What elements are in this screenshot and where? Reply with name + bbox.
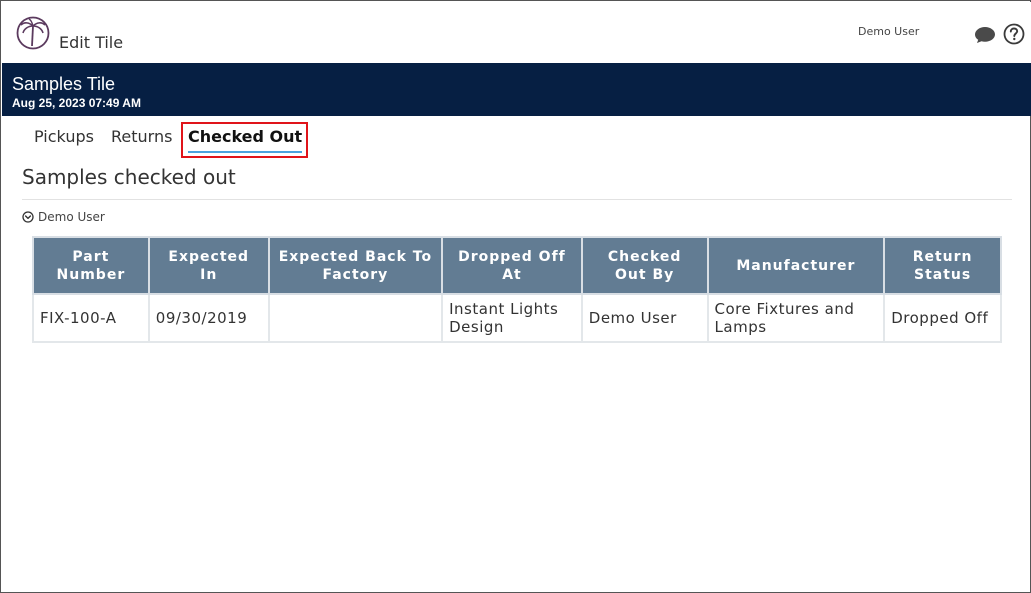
column-header-return-status[interactable]: Return Status — [883, 236, 1002, 295]
table-row[interactable]: FIX-100-A 09/30/2019 Instant Lights Desi… — [32, 293, 1002, 343]
column-header-manufacturer[interactable]: Manufacturer — [706, 236, 886, 295]
column-header-expected-back[interactable]: Expected Back To Factory — [267, 236, 444, 295]
banner-title: Samples Tile — [12, 74, 116, 94]
column-header-dropped-off-at[interactable]: Dropped Off At — [441, 236, 583, 295]
table-header-row: Part Number Expected In Expected Back To… — [32, 236, 1002, 295]
cell-dropped-off-at: Instant Lights Design — [441, 293, 583, 343]
app-frame: Edit Tile Demo User Samples Tile Aug 25,… — [0, 0, 1031, 593]
tab-highlight-box — [181, 122, 308, 158]
palm-tree-logo — [16, 16, 50, 50]
user-name[interactable]: Demo User — [858, 25, 919, 38]
cell-part-number: FIX-100-A — [32, 293, 150, 343]
samples-table: Part Number Expected In Expected Back To… — [32, 236, 1002, 343]
cell-manufacturer: Core Fixtures and Lamps — [706, 293, 886, 343]
tab-returns[interactable]: Returns — [111, 127, 172, 146]
page-title: Edit Tile — [59, 33, 124, 52]
help-icon[interactable] — [1003, 23, 1025, 45]
section-divider — [22, 199, 1012, 200]
chevron-circle-down-icon[interactable] — [22, 211, 34, 223]
cell-return-status: Dropped Off — [883, 293, 1002, 343]
tile-banner: Samples Tile Aug 25, 2023 07:49 AM — [2, 63, 1031, 116]
group-label: Demo User — [38, 210, 105, 224]
cell-expected-back — [267, 293, 444, 343]
chat-bubble-icon[interactable] — [974, 26, 996, 44]
cell-expected-in: 09/30/2019 — [147, 293, 270, 343]
section-title: Samples checked out — [22, 165, 236, 189]
cell-checked-out-by: Demo User — [580, 293, 709, 343]
banner-date: Aug 25, 2023 07:49 AM — [12, 96, 141, 110]
column-header-part-number[interactable]: Part Number — [32, 236, 150, 295]
tab-pickups[interactable]: Pickups — [34, 127, 94, 146]
column-header-checked-out-by[interactable]: Checked Out By — [580, 236, 709, 295]
top-bar: Edit Tile Demo User — [2, 2, 1031, 63]
column-header-expected-in[interactable]: Expected In — [147, 236, 270, 295]
